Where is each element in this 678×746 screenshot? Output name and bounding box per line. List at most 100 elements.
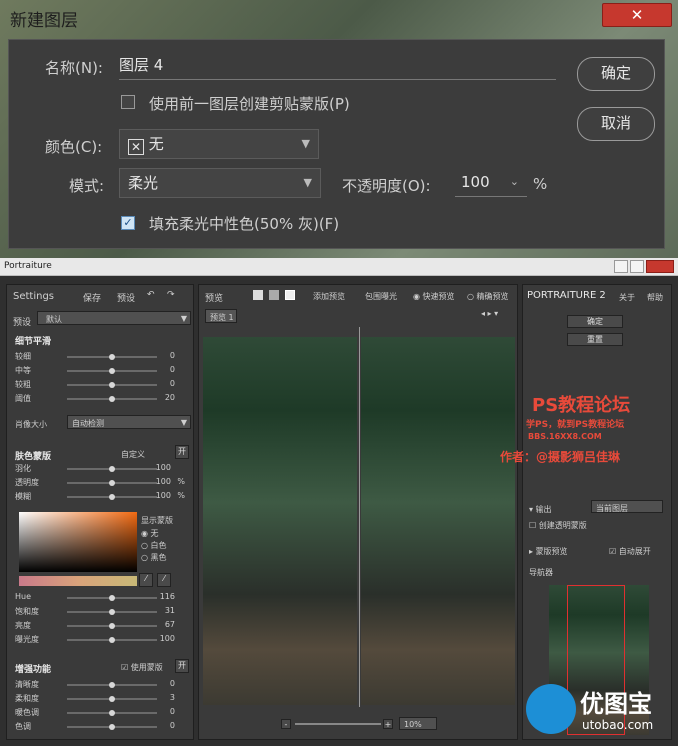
mode-select[interactable]: 柔光 ▼ [119, 168, 321, 198]
name-value: 图层 4 [119, 56, 164, 74]
right-panel: PORTRAITURE 2 关于 帮助 确定 重置 ▾ 输出 当前图层 ☐ 创建… [522, 284, 672, 740]
slider-track[interactable] [67, 354, 157, 360]
tab-nav-arrows[interactable]: ◂ ▸ ▾ [481, 309, 498, 318]
slider-track[interactable] [67, 466, 157, 472]
slider-value: 31 [164, 606, 175, 615]
slider-track[interactable] [67, 637, 157, 643]
slider-track[interactable] [67, 480, 157, 486]
slider-knob[interactable] [109, 637, 115, 643]
mask-title: 肤色蒙版 [15, 452, 52, 462]
eyedropper-icon[interactable]: ⁄ [139, 573, 153, 587]
zoom-slider[interactable] [295, 723, 381, 725]
window-title: Portraiture [4, 261, 52, 271]
slider-knob[interactable] [109, 595, 115, 601]
close-button[interactable]: ✕ [602, 3, 672, 27]
portrait-size-select[interactable]: 自动检测 ▼ [67, 415, 191, 429]
slider-value: 3 [169, 693, 175, 702]
split-v-icon[interactable] [285, 290, 295, 300]
auto-expand-checkbox[interactable]: ☑ 自动展开 [609, 546, 651, 557]
minimize-button[interactable] [614, 260, 628, 273]
opacity-input[interactable]: 100 ⌄ [455, 169, 527, 197]
slider-track[interactable] [67, 396, 157, 402]
accurate-preview-label: 精确预览 [476, 292, 509, 301]
color-select[interactable]: ✕ 无 ▼ [119, 129, 319, 159]
undo-icon[interactable]: ↶ [147, 290, 155, 300]
color-picker[interactable] [19, 512, 137, 572]
split-h-icon[interactable] [269, 290, 279, 300]
slider-knob[interactable] [109, 609, 115, 615]
slider-track[interactable] [67, 595, 157, 601]
preset-button[interactable]: 预设 [117, 291, 135, 304]
zoom-out-button[interactable]: - [281, 719, 291, 729]
color-swatch-bar[interactable] [19, 576, 137, 586]
mask-mode[interactable]: 自定义 [121, 449, 145, 460]
slider-track[interactable] [67, 724, 157, 730]
confirm-button[interactable]: 确定 [567, 315, 623, 328]
single-view-icon[interactable] [253, 290, 263, 300]
slider-value: 100 [155, 491, 171, 500]
slider-knob[interactable] [109, 623, 115, 629]
slider-value: 100 [155, 477, 171, 486]
accurate-preview-radio[interactable]: ○ 精确预览 [467, 291, 509, 302]
slider-value: 116 [159, 592, 175, 601]
fill-checkbox[interactable]: ✓ [121, 216, 135, 230]
slider-track[interactable] [67, 368, 157, 374]
fast-preview-radio[interactable]: ◉ 快速预览 [413, 291, 455, 302]
mask-toggle[interactable]: 开 [175, 445, 189, 459]
radio-black[interactable]: ○ 黑色 [141, 552, 167, 563]
slider-knob[interactable] [109, 696, 115, 702]
eyedropper-minus-icon[interactable]: ⁄ [157, 573, 171, 587]
zoom-in-button[interactable]: + [383, 719, 393, 729]
save-button[interactable]: 保存 [83, 291, 101, 304]
radio-none[interactable]: ◉ 无 [141, 528, 159, 539]
slider-knob[interactable] [109, 480, 115, 486]
slider-knob[interactable] [109, 368, 115, 374]
zoom-select[interactable]: 10% [399, 717, 437, 730]
redo-icon[interactable]: ↷ [167, 290, 175, 300]
slider-track[interactable] [67, 494, 157, 500]
fast-preview-label: 快速预览 [422, 292, 455, 301]
slider-knob[interactable] [109, 466, 115, 472]
slider-label: 饱和度 [15, 607, 39, 616]
help-button[interactable]: 帮助 [647, 292, 663, 303]
slider-knob[interactable] [109, 354, 115, 360]
slider-track[interactable] [67, 682, 157, 688]
auto-expand-label: 自动展开 [618, 547, 651, 556]
slider-knob[interactable] [109, 396, 115, 402]
radio-white[interactable]: ○ 白色 [141, 540, 167, 551]
mode-label: 模式: [69, 177, 105, 195]
preset-select[interactable]: 默认 ▼ [37, 311, 191, 325]
preview-tab[interactable]: 预览 1 [205, 309, 237, 323]
slider-value: 0 [169, 721, 175, 730]
slider-track[interactable] [67, 696, 157, 702]
maximize-button[interactable] [630, 260, 644, 273]
use-mask-checkbox[interactable]: ☑ 使用蒙版 [121, 662, 163, 673]
split-divider[interactable] [359, 327, 360, 707]
bracket-exposure-button[interactable]: 包围曝光 [365, 291, 397, 302]
slider-knob[interactable] [109, 382, 115, 388]
slider-track[interactable] [67, 382, 157, 388]
output-select[interactable]: 当前图层 [591, 500, 663, 513]
slider-knob[interactable] [109, 682, 115, 688]
window-close-button[interactable] [646, 260, 674, 273]
preview-label: 预览 [205, 294, 224, 304]
slider-label: 曝光度 [15, 635, 39, 644]
zoom-value: 10% [404, 720, 422, 729]
about-button[interactable]: 关于 [619, 292, 635, 303]
reset-button[interactable]: 重置 [567, 333, 623, 346]
clip-checkbox[interactable] [121, 95, 135, 109]
slider-knob[interactable] [109, 724, 115, 730]
slider-track[interactable] [67, 710, 157, 716]
slider-track[interactable] [67, 623, 157, 629]
slider-track[interactable] [67, 609, 157, 615]
enhance-toggle[interactable]: 开 [175, 659, 189, 673]
after-photo [361, 337, 515, 705]
create-mask-checkbox[interactable]: ☐ 创建透明蒙版 [529, 520, 587, 531]
ok-button[interactable]: 确定 [577, 57, 655, 91]
slider-knob[interactable] [109, 494, 115, 500]
slider-knob[interactable] [109, 710, 115, 716]
cancel-button[interactable]: 取消 [577, 107, 655, 141]
add-preview-button[interactable]: 添加预览 [313, 291, 345, 302]
slider-unit: % [177, 491, 185, 500]
name-field[interactable]: 图层 4 [119, 54, 556, 80]
